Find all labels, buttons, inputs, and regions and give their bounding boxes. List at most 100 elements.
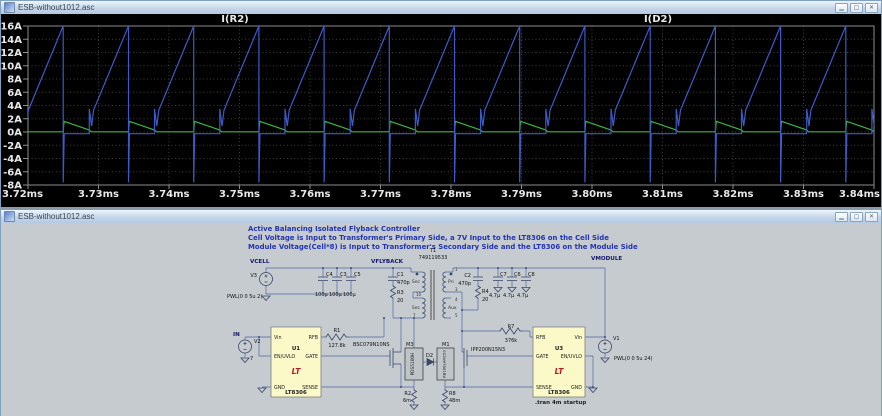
schematic-text: V2 (254, 339, 261, 345)
waveform-window-icon (4, 2, 15, 13)
x-tick-label: 3.82ms (712, 189, 753, 200)
schematic-text: C3 (340, 272, 347, 278)
schematic-text: M1 (442, 342, 450, 348)
schematic-text: 4.7µ (503, 293, 515, 299)
x-tick-label: 3.75ms (219, 189, 260, 200)
schematic-text: PWL(0 0 5u 2) (227, 294, 262, 300)
schematic-text: U1 (292, 346, 300, 352)
y-tick-label: 12A (1, 48, 22, 59)
x-tick-label: 3.80ms (571, 189, 612, 200)
diode-D2 (426, 357, 435, 367)
schematic-text: 4.7µ (517, 293, 529, 299)
schematic-text: 376k (505, 338, 518, 344)
voltage-source-V2 (238, 339, 252, 354)
transformer-T1 (415, 270, 453, 320)
y-tick-label: 6A (7, 88, 22, 99)
y-tick-label: 4A (7, 101, 22, 112)
close-button[interactable]: ✕ (865, 211, 878, 222)
y-tick-label: 2A (7, 114, 22, 125)
y-tick-label: 8A (7, 75, 22, 86)
schematic-text: V1 (613, 336, 620, 342)
schematic-text: GND (571, 385, 582, 391)
schematic-text: 5 (455, 313, 458, 318)
schematic-text: 7 (250, 356, 253, 362)
schematic-text: C5 (354, 272, 361, 278)
x-tick-label: 3.74ms (148, 189, 189, 200)
x-tick-label: 3.76ms (289, 189, 330, 200)
y-tick-label: 16A (1, 22, 22, 33)
schematic-text: 20 (397, 298, 403, 304)
y-tick-label: 14A (1, 35, 22, 46)
waveform-window-titlebar[interactable]: ESB-without1012.asc ▁ ▢ ✕ (1, 1, 881, 15)
schematic-window: ESB-without1012.asc ▁ ▢ ✕ Active Balanci… (0, 209, 882, 416)
schematic-text: C2 (464, 273, 471, 279)
schematic-text: Module Voltage(Cell*8) is Input to Trans… (248, 243, 638, 251)
y-tick-label: -4A (3, 154, 22, 165)
schematic-text: 470p (458, 281, 471, 287)
schematic-text: IPP200N15N3 (471, 347, 505, 353)
schematic-text: EN/UVLO (274, 354, 296, 360)
schematic-text: Pri (448, 279, 454, 285)
schematic-window-titlebar[interactable]: ESB-without1012.asc ▁ ▢ ✕ (1, 210, 881, 224)
legend-I(D2)[interactable]: I(D2) (644, 14, 672, 25)
close-button[interactable]: ✕ (865, 2, 878, 13)
schematic-text: R8 (449, 391, 456, 397)
schematic-svg[interactable]: Active Balancing Isolated Flyback Contro… (1, 223, 882, 416)
schematic-text: T1 (429, 248, 436, 254)
schematic-text: C8 (528, 272, 535, 278)
schematic-text: RFB (309, 335, 318, 341)
schematic-text: BSC079N10NS (353, 342, 390, 348)
schematic-text: 4 (455, 297, 458, 302)
schematic-text: R3 (397, 290, 404, 296)
waveform-window-title: ESB-without1012.asc (18, 3, 95, 12)
schematic-text: LT8306 (548, 390, 570, 396)
x-tick-label: 3.79ms (501, 189, 542, 200)
schematic-text: RB168LAM150 (442, 350, 447, 378)
schematic-text: 127.8k (328, 343, 345, 349)
schematic-text: U3 (555, 346, 563, 352)
schematic-text: V3 (250, 273, 257, 279)
restore-button[interactable]: ▢ (850, 211, 863, 222)
schematic-text: GND (274, 385, 285, 391)
schematic-text: 100µ (315, 292, 329, 298)
schematic-text: R1 (334, 328, 341, 334)
x-tick-label: 3.84ms (839, 189, 880, 200)
waveform-plot-area[interactable]: 3.72ms 3.73ms 3.74ms 3.75ms 3.76ms 3.77ms 3.78… (1, 14, 881, 207)
schematic-text: LT (292, 367, 302, 376)
schematic-text: M3 (406, 342, 414, 348)
schematic-text: Vin (274, 335, 282, 341)
schematic-text: R7 (508, 324, 515, 330)
y-tick-label: 10A (1, 61, 22, 72)
schematic-text: EN/UVLO (561, 354, 583, 360)
y-tick-label: -6A (3, 167, 22, 178)
schematic-canvas[interactable]: Active Balancing Isolated Flyback Contro… (1, 223, 881, 416)
schematic-text: LT (555, 367, 565, 376)
schematic-text: GATE (536, 354, 549, 360)
minimize-button[interactable]: ▁ (835, 211, 848, 222)
schematic-text: 4.7µ (489, 293, 501, 299)
schematic-text: C7 (500, 272, 507, 278)
schematic-text: C4 (326, 272, 333, 278)
schematic-text: 10 (416, 292, 422, 297)
y-tick-label: -8A (3, 181, 22, 192)
schematic-text: 3 (455, 287, 458, 292)
schematic-text: Aux (448, 305, 457, 311)
schematic-text: Active Balancing Isolated Flyback Contro… (248, 225, 421, 233)
x-tick-label: 3.78ms (430, 189, 471, 200)
schematic-text: Sec (412, 305, 421, 311)
waveform-plot-svg[interactable]: 3.72ms 3.73ms 3.74ms 3.75ms 3.76ms 3.77ms 3.78… (1, 14, 881, 207)
schematic-window-icon (4, 211, 15, 222)
schematic-text: RFB (536, 335, 545, 341)
schematic-text: VFLYBACK (371, 259, 404, 265)
legend-I(R2)[interactable]: I(R2) (221, 14, 249, 25)
mosfet-M1-IPP200N15N3 (463, 348, 468, 368)
schematic-text: 100µ (343, 292, 357, 298)
schematic-text: Cell Voltage is Input to Transformer's P… (248, 234, 609, 242)
schematic-text: PDS5100H (410, 353, 416, 376)
schematic-text: .tran 4m startup (535, 400, 586, 406)
schematic-text: 7 (413, 313, 416, 318)
schematic-text: D2 (426, 353, 433, 359)
plot-background (1, 14, 881, 207)
restore-button[interactable]: ▢ (850, 2, 863, 13)
minimize-button[interactable]: ▁ (835, 2, 848, 13)
